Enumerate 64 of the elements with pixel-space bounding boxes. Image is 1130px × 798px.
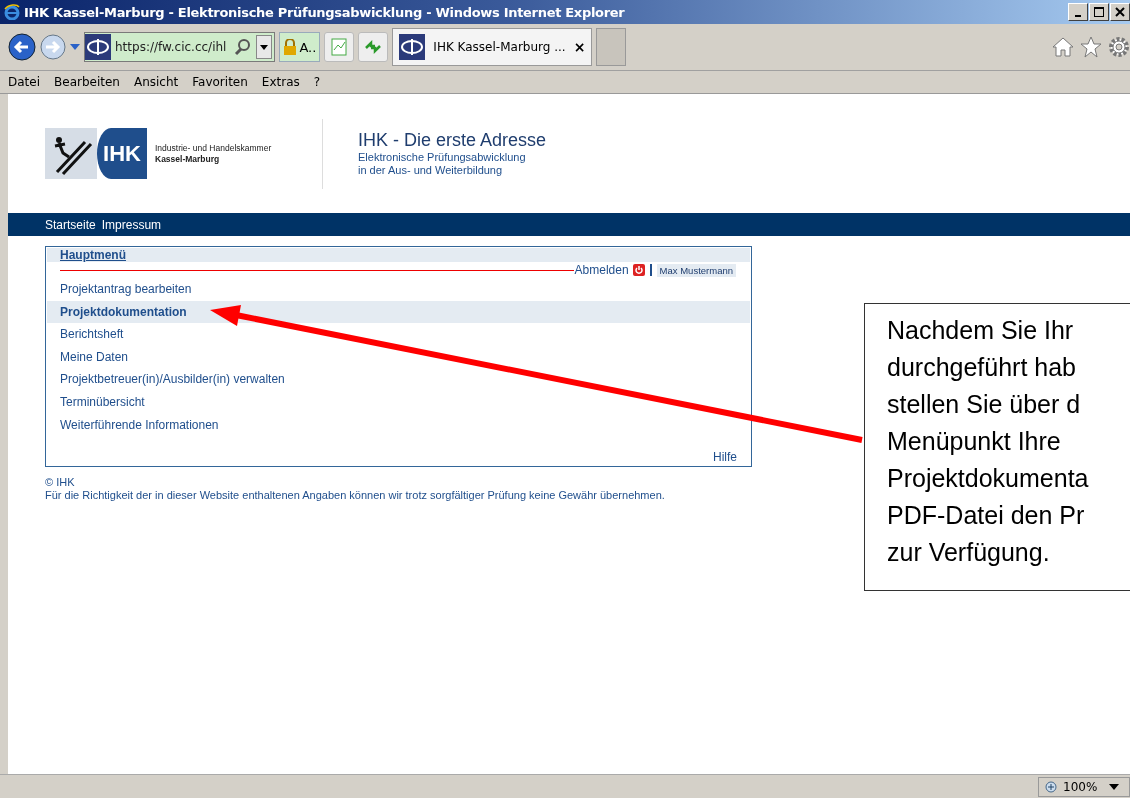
callout-text: Projektdokumenta: [887, 463, 1089, 494]
org-region: Kassel-Marburg: [155, 153, 221, 165]
close-icon: [1115, 7, 1125, 17]
menu-link[interactable]: Projektdokumentation: [47, 300, 750, 324]
back-icon[interactable]: [8, 33, 36, 61]
menu-link[interactable]: Projektantrag bearbeiten: [47, 278, 750, 301]
menu-item[interactable]: Ansicht: [133, 75, 179, 89]
copyright-text: © IHK: [45, 476, 75, 490]
callout-text: stellen Sie über d: [887, 389, 1081, 420]
menu-link[interactable]: Projektbetreuer(in)/Ausbilder(in) verwalten: [47, 368, 750, 391]
menu-item[interactable]: Favoriten: [192, 75, 248, 89]
caret-icon: [1109, 783, 1120, 790]
browser-tab[interactable]: IHK Kassel-Marburg ... ×: [392, 28, 593, 66]
nav-link[interactable]: Startseite: [45, 217, 96, 232]
callout-text: Menüpunkt Ihre: [887, 426, 1061, 457]
refresh-button[interactable]: [358, 32, 389, 62]
logout-link[interactable]: Abmelden: [574, 263, 629, 277]
callout-text: durchgeführt hab: [887, 352, 1077, 383]
logo-text: IHK: [97, 128, 147, 179]
page-heading: IHK - Die erste Adresse: [358, 130, 547, 151]
star-icon[interactable]: [1080, 36, 1102, 58]
site-icon: [399, 34, 426, 60]
nav-link[interactable]: Impressum: [101, 217, 162, 232]
minimize-icon: [1075, 14, 1081, 17]
help-link[interactable]: Hilfe: [713, 450, 737, 465]
disclaimer-text: Für die Richtigkeit der in dieser Website enthaltenen Angaben können wir trotz sorgfältiger Prüfung keine Gewähr übernehmen.: [45, 489, 665, 503]
menu-item[interactable]: Datei: [8, 75, 40, 89]
user-name: Max Mustermann: [656, 263, 736, 277]
address-dropdown-button[interactable]: [256, 35, 273, 59]
menu-link[interactable]: Meine Daten: [47, 345, 750, 369]
home-icon[interactable]: [1052, 36, 1074, 58]
security-button[interactable]: A..: [279, 32, 321, 62]
menu-item[interactable]: Bearbeiten: [54, 75, 120, 89]
maximize-button[interactable]: [1089, 3, 1109, 21]
menu-item[interactable]: ?: [313, 75, 321, 89]
power-icon[interactable]: [632, 264, 645, 276]
callout-text: zur Verfügung.: [887, 537, 1050, 568]
menu-link[interactable]: Terminübersicht: [47, 390, 750, 414]
menu-link[interactable]: Weiterführende Informationen: [47, 413, 750, 437]
menu-link[interactable]: Berichtsheft: [47, 323, 750, 346]
menu-title[interactable]: Hauptmenü: [60, 248, 126, 262]
subheading: Elektronische Prüfungsabwicklung: [358, 151, 527, 164]
lock-icon: [283, 39, 298, 55]
tab-close-button[interactable]: ×: [573, 39, 586, 55]
browser-logo-icon: [4, 4, 20, 20]
zoom-icon: [1045, 780, 1057, 793]
address-field[interactable]: https://fw.cic.cc/ihl: [84, 32, 276, 62]
window-title: IHK Kassel-Marburg - Elektronische Prüfungsabwicklung - Windows Internet Explorer: [24, 4, 625, 20]
maximize-icon: [1094, 7, 1104, 17]
close-button[interactable]: [1110, 3, 1130, 21]
callout-text: PDF-Datei den Pr: [887, 500, 1085, 531]
minimize-button[interactable]: [1068, 3, 1088, 21]
org-name: Industrie- und Handelskammer: [155, 142, 272, 154]
site-icon: [85, 34, 111, 60]
dropdown-arrow-icon[interactable]: [70, 43, 80, 51]
menu-item[interactable]: Extras: [261, 75, 300, 89]
forward-icon[interactable]: [40, 34, 66, 60]
page-chart-icon: [331, 38, 348, 56]
subheading: in der Aus- und Weiterbildung: [358, 164, 504, 177]
zoom-control[interactable]: 100%: [1038, 776, 1130, 797]
search-icon[interactable]: [234, 38, 253, 56]
caret-icon: [260, 44, 269, 50]
callout-text: Nachdem Sie Ihr: [887, 315, 1074, 346]
settings-icon[interactable]: [1108, 36, 1130, 58]
